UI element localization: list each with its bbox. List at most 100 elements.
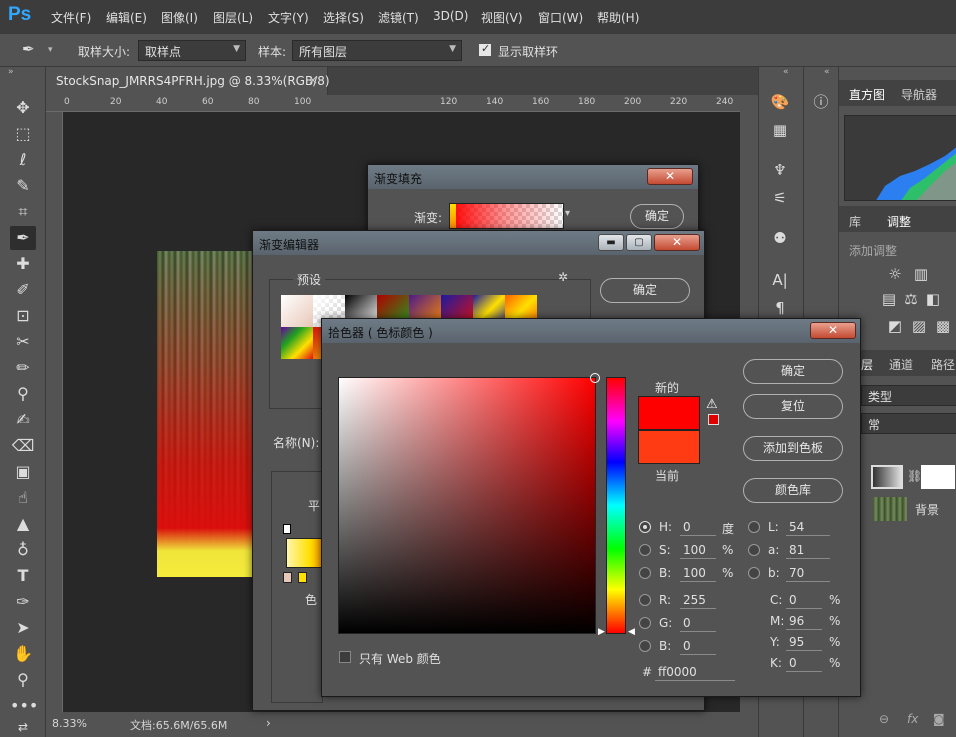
layer-kind-filter[interactable]: 类型 [861,385,956,406]
lasso-tool-icon[interactable]: ℓ [10,148,36,172]
sharpen-tool-icon[interactable]: ▲ [10,512,36,536]
tab-adjustments[interactable]: 调整 [887,213,911,230]
threshold-icon[interactable]: ▩ [931,315,955,337]
paragraph-icon[interactable]: ¶ [768,297,792,319]
brushes-icon[interactable]: ♆ [768,159,792,181]
quick-select-tool-icon[interactable]: ✎ [10,174,36,198]
hex-field[interactable]: ff0000 [655,665,735,681]
eyedropper-icon[interactable]: ✒ [22,40,35,58]
menu-layer[interactable]: 图层(L) [213,9,253,26]
radio-saturation[interactable] [639,544,651,556]
history-brush-icon[interactable]: ✂ [10,330,36,354]
balance-icon[interactable]: ⚖ [899,288,923,310]
tab-paths[interactable]: 路径 [931,356,955,373]
bw-icon[interactable]: ◧ [921,288,945,310]
cyan-field[interactable]: 0 [786,593,822,609]
color-libraries-button[interactable]: 颜色库 [743,478,843,503]
invert-icon[interactable]: ◩ [883,315,907,337]
black-field[interactable]: 0 [786,656,822,672]
brightness-icon[interactable]: ☼ [883,263,907,285]
blue-field[interactable]: 0 [680,639,716,655]
brush-tool-icon[interactable]: ✐ [10,278,36,302]
hue-slider-handle-right[interactable]: ◀ [628,627,635,637]
current-color-swatch[interactable] [638,430,700,464]
preset-swatch[interactable] [281,295,313,327]
menu-view[interactable]: 视图(V) [481,9,523,26]
tab-navigator[interactable]: 导航器 [901,86,937,103]
pen-tool-icon[interactable]: ✑ [10,590,36,614]
hue-slider-handle-left[interactable]: ▶ [598,627,605,637]
gradient-tool-icon[interactable]: ▣ [10,460,36,484]
warning-icon[interactable]: ⚠ [706,397,718,412]
gamut-color-chip[interactable] [708,414,719,425]
character-icon[interactable]: A| [768,269,792,291]
type-tool-icon[interactable]: T [10,564,36,588]
link-layers-icon[interactable]: ⊖ [879,712,889,726]
sample-dropdown[interactable]: 所有图层 ▼ [292,40,462,61]
ok-button[interactable]: 确定 [630,204,684,229]
radio-lightness[interactable] [748,521,760,533]
hue-slider[interactable] [606,377,626,634]
hand-tool-icon[interactable]: ✋ [10,642,36,666]
menu-3d[interactable]: 3D(D) [433,9,468,23]
lab-l-field[interactable]: 54 [786,520,830,536]
ok-button[interactable]: 确定 [600,278,690,303]
radio-lab-b[interactable] [748,567,760,579]
sample-size-dropdown[interactable]: 取样点 ▼ [138,40,246,61]
menu-edit[interactable]: 编辑(E) [106,9,147,26]
swatches-grid-icon[interactable]: ▦ [768,119,792,141]
exposure-icon[interactable]: ▤ [877,288,901,310]
maximize-icon[interactable]: ▢ [626,234,652,251]
minimize-icon[interactable]: ▬ [598,234,624,251]
menu-help[interactable]: 帮助(H) [597,9,639,26]
background-layer-thumb[interactable] [873,497,907,521]
swap-colors-icon[interactable]: ⇄ [10,715,36,737]
close-button[interactable]: ✕ [654,234,700,251]
gear-icon[interactable]: ✲ [558,270,568,284]
document-tab[interactable]: StockSnap_JMRRS4PFRH.jpg @ 8.33%(RGB/8) … [46,67,330,95]
palette-icon[interactable]: 🎨 [768,91,792,113]
layer-bg-name[interactable]: 背景 [915,501,939,518]
color-picker-cursor[interactable] [590,373,600,383]
fx-icon[interactable]: fx [907,712,918,726]
dodge-tool-icon[interactable]: ♁ [10,538,36,562]
marquee-tool-icon[interactable]: ⬚ [10,122,36,146]
menu-file[interactable]: 文件(F) [51,9,91,26]
eraser-tool-icon[interactable]: ⌫ [10,434,36,458]
green-field[interactable]: 0 [680,616,716,632]
collapse-icon[interactable]: » [8,67,14,77]
chevron-down-icon[interactable]: ▾ [48,45,53,55]
web-only-checkbox[interactable] [339,651,351,663]
posterize-icon[interactable]: ▨ [907,315,931,337]
eyedropper-tool-icon[interactable]: ✒ [10,226,36,250]
menu-image[interactable]: 图像(I) [161,9,198,26]
tab-layers[interactable]: 层 [861,356,873,373]
smudge-tool-icon[interactable]: ☝ [10,486,36,510]
radio-blue[interactable] [639,640,651,652]
lab-a-field[interactable]: 81 [786,543,830,559]
clone-source-icon[interactable]: ⚉ [768,227,792,249]
add-to-swatches-button[interactable]: 添加到色板 [743,436,843,461]
gradient-layer-thumb[interactable] [871,465,903,489]
radio-lab-a[interactable] [748,544,760,556]
layer-mask-thumb[interactable] [921,465,955,489]
menu-window[interactable]: 窗口(W) [538,9,583,26]
collapse-icon[interactable]: « [824,67,830,77]
opacity-stop-icon[interactable] [283,524,291,534]
radio-brightness[interactable] [639,567,651,579]
menu-select[interactable]: 选择(S) [323,9,364,26]
path-select-icon[interactable]: ➤ [10,616,36,640]
close-button[interactable]: ✕ [810,322,856,339]
show-ring-checkbox[interactable] [479,42,491,56]
ok-button[interactable]: 确定 [743,359,843,384]
status-menu-arrow[interactable]: › [266,716,271,730]
close-icon[interactable]: × [308,73,318,87]
radio-hue[interactable] [639,521,651,533]
menu-type[interactable]: 文字(Y) [268,9,309,26]
radio-red[interactable] [639,594,651,606]
preset-swatch[interactable] [281,327,313,359]
color-stop-icon[interactable] [298,572,307,583]
saturation-field[interactable]: 100 [680,543,716,559]
blend-mode-dropdown[interactable]: 常 [861,413,956,434]
radio-green[interactable] [639,617,651,629]
